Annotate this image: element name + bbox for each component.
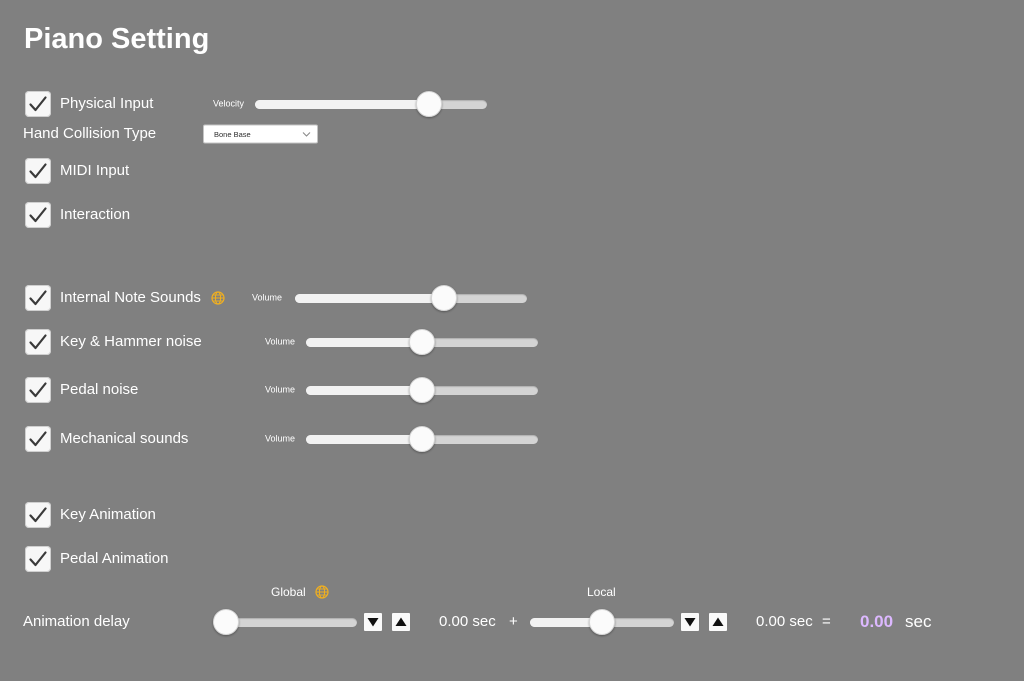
animation-delay-label: Animation delay — [23, 613, 130, 630]
global-increment-button[interactable] — [392, 613, 410, 631]
global-delay-value: 0.00 — [439, 613, 469, 630]
key-hammer-noise-row: Key & Hammer noise Volume — [0, 329, 1024, 355]
key-animation-checkbox[interactable] — [25, 502, 51, 528]
triangle-down-icon — [684, 618, 696, 627]
physical-input-label: Physical Input — [60, 95, 154, 112]
physical-input-checkbox[interactable] — [25, 91, 51, 117]
slider-knob[interactable] — [430, 285, 457, 311]
triangle-up-icon — [395, 617, 407, 626]
global-label: Global — [271, 585, 306, 599]
key-hammer-noise-volume-slider[interactable] — [306, 329, 538, 355]
slider-knob[interactable] — [409, 377, 435, 403]
slider-fill — [306, 385, 422, 395]
midi-input-label: MIDI Input — [60, 162, 130, 179]
interaction-checkbox[interactable] — [25, 202, 51, 228]
mechanical-sounds-label: Mechanical sounds — [60, 430, 189, 447]
midi-input-row: MIDI Input — [0, 158, 1024, 184]
internal-note-sounds-checkbox[interactable] — [25, 285, 51, 311]
key-hammer-noise-label: Key & Hammer noise — [60, 333, 202, 350]
pedal-noise-checkbox[interactable] — [25, 377, 51, 403]
local-delay-unit: sec — [789, 613, 813, 630]
local-delay-value: 0.00 — [756, 613, 786, 630]
checkmark-icon — [29, 207, 47, 223]
slider-fill — [255, 99, 429, 109]
velocity-label: Velocity — [213, 98, 245, 109]
checkmark-icon — [29, 163, 47, 179]
page-title: Piano Setting — [24, 23, 210, 55]
global-delay-readout: 0.00 sec — [439, 613, 496, 631]
key-hammer-noise-checkbox[interactable] — [25, 329, 51, 355]
pedal-noise-volume-slider[interactable] — [306, 377, 538, 403]
hand-collision-dropdown[interactable]: Bone Base — [203, 124, 318, 144]
triangle-up-icon — [712, 617, 724, 626]
volume-label: Volume — [265, 336, 296, 347]
global-delay-slider[interactable] — [213, 609, 357, 635]
volume-label: Volume — [265, 433, 296, 444]
volume-label: Volume — [252, 292, 283, 303]
total-delay-value: 0.00 — [860, 612, 894, 631]
pedal-animation-label: Pedal Animation — [60, 550, 169, 567]
slider-fill — [306, 337, 422, 347]
slider-knob[interactable] — [589, 609, 615, 635]
slider-knob[interactable] — [415, 91, 442, 117]
hand-collision-label: Hand Collision Type — [23, 125, 157, 142]
mechanical-sounds-volume-slider[interactable] — [306, 426, 538, 452]
piano-setting-panel: Piano Setting Physical Input Velocity Ha… — [0, 0, 1024, 681]
local-label: Local — [587, 585, 616, 599]
pedal-noise-row: Pedal noise Volume — [0, 377, 1024, 403]
key-animation-label: Key Animation — [60, 506, 156, 523]
triangle-down-icon — [367, 618, 379, 627]
chevron-down-icon — [302, 131, 311, 137]
slider-fill — [295, 293, 444, 303]
pedal-animation-checkbox[interactable] — [25, 546, 51, 572]
checkmark-icon — [29, 551, 47, 567]
local-increment-button[interactable] — [709, 613, 727, 631]
checkmark-icon — [29, 334, 47, 350]
internal-note-sounds-label: Internal Note Sounds — [60, 289, 201, 306]
mechanical-sounds-row: Mechanical sounds Volume — [0, 426, 1024, 452]
checkmark-icon — [29, 290, 47, 306]
globe-icon — [315, 585, 329, 599]
internal-note-sounds-volume-slider[interactable] — [295, 285, 527, 311]
hand-collision-row: Hand Collision Type Bone Base — [0, 121, 1024, 147]
local-decrement-button[interactable] — [681, 613, 699, 631]
checkmark-icon — [29, 507, 47, 523]
slider-track[interactable] — [295, 293, 527, 303]
global-delay-unit: sec — [472, 613, 496, 630]
globe-icon — [211, 291, 225, 305]
velocity-slider[interactable] — [255, 91, 487, 117]
pedal-noise-label: Pedal noise — [60, 381, 139, 398]
delay-headers-row: Global Local — [0, 579, 1024, 605]
slider-fill — [306, 434, 422, 444]
interaction-row: Interaction — [0, 202, 1024, 228]
slider-knob[interactable] — [213, 609, 239, 635]
slider-knob[interactable] — [409, 426, 435, 452]
midi-input-checkbox[interactable] — [25, 158, 51, 184]
checkmark-icon — [29, 382, 47, 398]
global-decrement-button[interactable] — [364, 613, 382, 631]
local-delay-readout: 0.00 sec — [756, 613, 813, 631]
pedal-animation-row: Pedal Animation — [0, 546, 1024, 572]
physical-input-row: Physical Input Velocity — [0, 91, 1024, 117]
equals-sign: = — [822, 613, 831, 630]
dropdown-value: Bone Base — [214, 129, 251, 139]
slider-knob[interactable] — [409, 329, 435, 355]
key-animation-row: Key Animation — [0, 502, 1024, 528]
total-delay-unit: sec — [905, 612, 932, 631]
plus-sign: + — [509, 613, 518, 630]
internal-note-sounds-row: Internal Note Sounds Volume — [0, 285, 1024, 311]
slider-track[interactable] — [255, 99, 487, 109]
mechanical-sounds-checkbox[interactable] — [25, 426, 51, 452]
checkmark-icon — [29, 431, 47, 447]
volume-label: Volume — [265, 384, 296, 395]
interaction-label: Interaction — [60, 206, 131, 223]
animation-delay-row: Animation delay 0.00 sec + 0.00 sec = 0.… — [0, 609, 1024, 635]
local-delay-slider[interactable] — [530, 609, 674, 635]
checkmark-icon — [29, 96, 47, 112]
